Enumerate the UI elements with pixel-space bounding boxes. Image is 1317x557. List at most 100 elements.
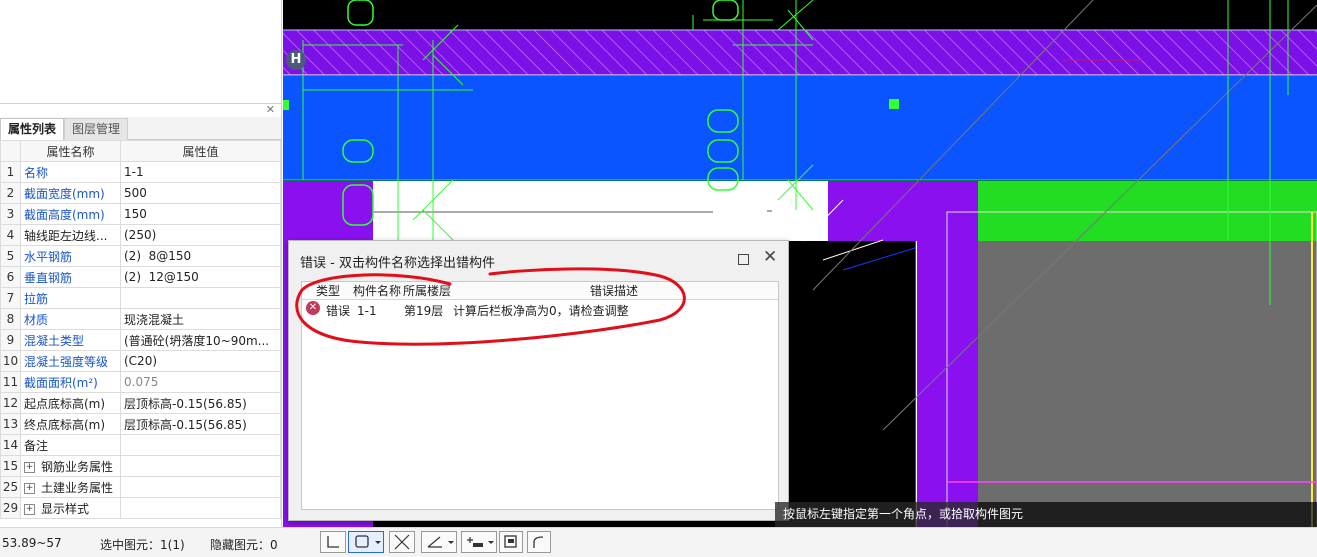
property-name-text: 轴线距左边线... (24, 228, 108, 243)
error-description: 计算后栏板净高为0，请检查调整 (453, 304, 629, 318)
header-floor[interactable]: 所属楼层 (403, 282, 451, 299)
row-number: 8 (0, 308, 21, 330)
property-value[interactable]: 500 (120, 182, 281, 204)
property-name: 截面高度(mm) (20, 203, 121, 225)
expand-icon[interactable]: + (24, 482, 35, 494)
row-number: 25 (0, 476, 21, 498)
row-number: 29 (0, 497, 21, 519)
property-name-text: 名称 (24, 165, 49, 180)
arc-icon[interactable] (527, 531, 551, 553)
axis-marker-h[interactable]: H (286, 50, 306, 70)
property-row[interactable]: 4 轴线距左边线... (250) (0, 224, 281, 246)
header-component-name[interactable]: 构件名称 (353, 282, 401, 299)
property-name: 终点底标高(m) (20, 413, 121, 435)
property-name-text: 截面面积(m²) (24, 375, 98, 390)
property-panel: ✕ 属性列表 图层管理 属性名称 属性值 1 名称 1-1 2 截面宽度(mm) 500 3… (0, 103, 282, 528)
property-row[interactable]: 14 备注 (0, 434, 281, 456)
property-name: 起点底标高(m) (20, 392, 121, 414)
property-value[interactable]: (2) 12@150 (120, 266, 281, 288)
ortho-icon[interactable] (320, 531, 346, 553)
property-name-text: 截面高度(mm) (24, 207, 105, 222)
expand-icon[interactable]: + (24, 461, 35, 473)
row-number: 6 (0, 266, 21, 288)
error-row[interactable]: ✕ 错误 1-1 第19层 计算后栏板净高为0，请检查调整 (302, 301, 778, 321)
property-row[interactable]: 10 混凝土强度等级 (C20) (0, 350, 281, 372)
property-value[interactable]: 150 (120, 203, 281, 225)
green-band (978, 181, 1317, 241)
hatched-wall-band (283, 30, 1317, 75)
property-row[interactable]: 25 + 土建业务属性 (0, 476, 281, 498)
error-type: 错误 (326, 304, 351, 318)
property-name-text: 起点底标高(m) (24, 396, 106, 411)
tab-layer-management[interactable]: 图层管理 (64, 118, 129, 140)
display-icon[interactable] (499, 531, 523, 553)
property-row[interactable]: 5 水平钢筋 (2) 8@150 (0, 245, 281, 267)
property-value[interactable] (120, 434, 281, 456)
property-name: 混凝土强度等级 (20, 350, 121, 372)
property-name-text: 显示样式 (41, 501, 90, 516)
header-value: 属性值 (120, 140, 281, 162)
property-row[interactable]: 12 起点底标高(m) 层顶标高-0.15(56.85) (0, 392, 281, 414)
property-row[interactable]: 3 截面高度(mm) 150 (0, 203, 281, 225)
row-number: 3 (0, 203, 21, 225)
property-row[interactable]: 15 + 钢筋业务属性 (0, 455, 281, 477)
cross-snap-icon[interactable] (389, 531, 415, 553)
property-value[interactable] (120, 287, 281, 309)
selected-count: 选中图元：1(1) (100, 538, 185, 552)
property-value[interactable]: 层顶标高-0.15(56.85) (120, 413, 281, 435)
row-number: 4 (0, 224, 21, 246)
property-value[interactable]: (普通砼(坍落度10~90m... (120, 329, 281, 351)
property-row[interactable]: 9 混凝土类型 (普通砼(坍落度10~90m... (0, 329, 281, 351)
row-number: 15 (0, 455, 21, 477)
property-name: + 显示样式 (20, 497, 121, 519)
expand-icon[interactable]: + (24, 503, 35, 515)
canvas-hint: 按鼠标左键指定第一个角点，或拾取构件图元 (775, 502, 1317, 527)
property-name-text: 备注 (24, 438, 49, 453)
row-number: 12 (0, 392, 21, 414)
property-name-text: 拉筋 (24, 291, 49, 306)
property-name: 混凝土类型 (20, 329, 121, 351)
property-table-header: 属性名称 属性值 (0, 140, 281, 162)
property-name: 垂直钢筋 (20, 266, 121, 288)
property-value[interactable]: (C20) (120, 350, 281, 372)
error-floor: 第19层 (404, 304, 444, 318)
error-list-header: 类型 构件名称 所属楼层 错误描述 (302, 282, 778, 300)
white-band (373, 181, 828, 241)
property-name-text: 水平钢筋 (24, 249, 73, 264)
error-icon: ✕ (306, 301, 320, 315)
property-value[interactable]: (2) 8@150 (120, 245, 281, 267)
property-row[interactable]: 7 拉筋 (0, 287, 281, 309)
header-description[interactable]: 错误描述 (590, 282, 638, 299)
angle-icon[interactable] (421, 531, 457, 553)
property-value[interactable]: (250) (120, 224, 281, 246)
header-type[interactable]: 类型 (316, 282, 340, 299)
purple-column-mid (828, 181, 948, 241)
panel-close-icon[interactable]: ✕ (266, 104, 275, 116)
property-row[interactable]: 2 截面宽度(mm) 500 (0, 182, 281, 204)
object-snap-icon[interactable] (348, 531, 384, 553)
property-row[interactable]: 1 名称 1-1 (0, 161, 281, 183)
hidden-count: 隐藏图元：0 (210, 538, 278, 552)
property-value[interactable] (120, 476, 281, 498)
error-component-name[interactable]: 1-1 (357, 301, 377, 321)
property-row[interactable]: 8 材质 现浇混凝土 (0, 308, 281, 330)
error-list: 类型 构件名称 所属楼层 错误描述 ✕ 错误 1-1 第19层 计算后栏板净高为… (301, 281, 779, 510)
tab-property-list[interactable]: 属性列表 (0, 118, 65, 140)
property-row[interactable]: 29 + 显示样式 (0, 497, 281, 519)
property-row[interactable]: 13 终点底标高(m) 层顶标高-0.15(56.85) (0, 413, 281, 435)
offset-icon[interactable] (461, 531, 497, 553)
property-value[interactable]: 层顶标高-0.15(56.85) (120, 392, 281, 414)
gray-area (978, 241, 1317, 502)
property-row[interactable]: 6 垂直钢筋 (2) 12@150 (0, 266, 281, 288)
property-name: 截面面积(m²) (20, 371, 121, 393)
maximize-icon[interactable] (738, 254, 749, 265)
property-value[interactable]: 1-1 (120, 161, 281, 183)
property-value[interactable]: 现浇混凝土 (120, 308, 281, 330)
property-row[interactable]: 11 截面面积(m²) 0.075 (0, 371, 281, 393)
property-value[interactable] (120, 455, 281, 477)
property-value[interactable] (120, 497, 281, 519)
close-icon[interactable]: ✕ (763, 247, 777, 267)
property-name-text: 垂直钢筋 (24, 270, 73, 285)
property-value[interactable]: 0.075 (120, 371, 281, 393)
row-number: 11 (0, 371, 21, 393)
